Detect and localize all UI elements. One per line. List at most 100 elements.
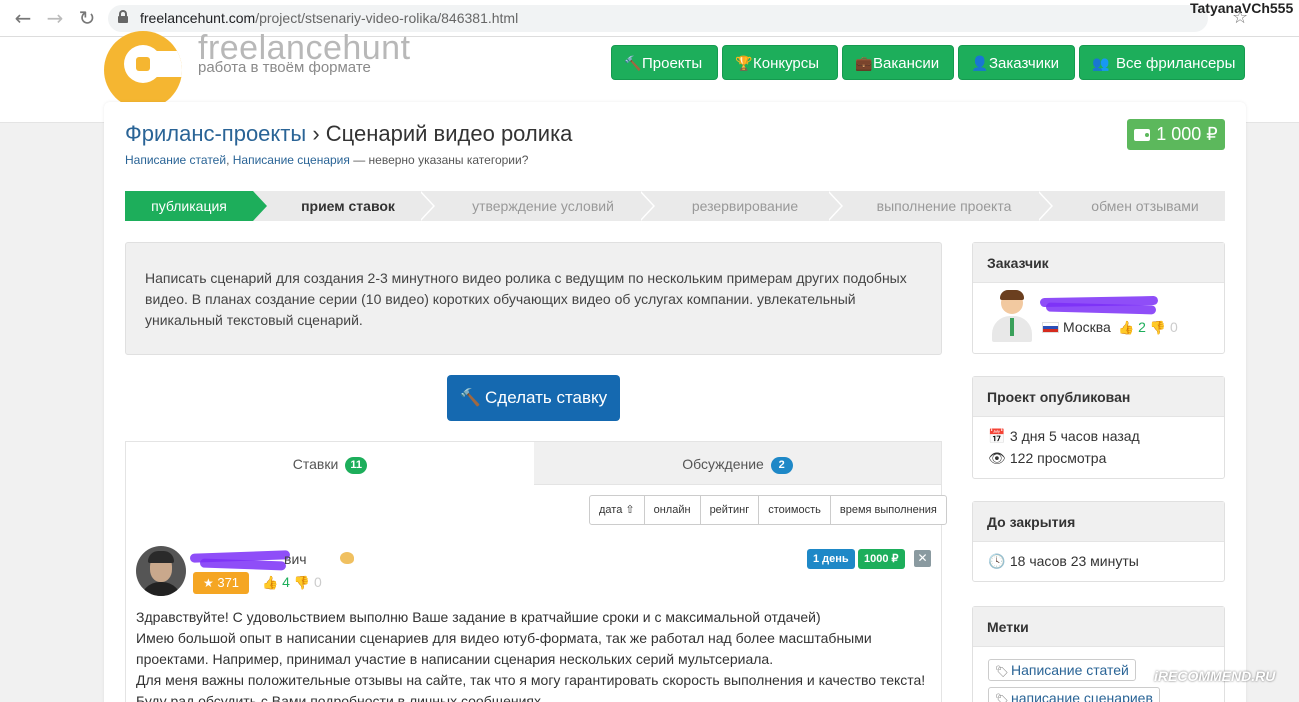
nav-label: Все фрилансеры: [1116, 55, 1236, 72]
tab-discussion[interactable]: Обсуждение 2: [534, 442, 941, 485]
tag-pill[interactable]: 🏷 Написание статей: [988, 659, 1136, 681]
thumbs-up-icon: 👍: [262, 576, 279, 591]
closing-time-text: 18 часов 23 минуты: [1009, 553, 1139, 569]
step-publication: публикация: [125, 191, 267, 221]
project-categories: Написание статей, Написание сценария — н…: [125, 153, 529, 167]
tab-bids[interactable]: Ставки 11: [126, 442, 534, 485]
tag-icon: 🏷: [995, 665, 1009, 678]
arrow-left-icon[interactable]: ←: [10, 6, 36, 30]
step-reviews: обмен отзывами: [1091, 198, 1199, 214]
customer-reviews: 👍 2 👎 0: [1118, 319, 1178, 336]
bid-comment-line: Имею большой опыт в написании сценариев …: [136, 630, 872, 646]
step-reserve: резервирование: [691, 198, 799, 214]
briefcase-icon: 💼: [855, 56, 873, 72]
clock-icon: 🕓: [988, 554, 1006, 570]
tag-label: написание сценариев: [1010, 690, 1153, 702]
bidder-name-tail[interactable]: вич: [284, 551, 307, 567]
browser-toolbar: ← → ↻ freelancehunt.com/project/stsenari…: [0, 0, 1299, 37]
page-title: Сценарий видео ролика: [325, 121, 573, 146]
nav-label: Заказчики: [989, 55, 1059, 72]
nav-all-freelancers[interactable]: 👥 Все фрилансеры: [1079, 45, 1245, 80]
bookmark-star-icon[interactable]: ☆: [1232, 7, 1248, 28]
breadcrumb-root[interactable]: Фриланс-проекты: [125, 121, 306, 146]
bids-count-badge: 11: [345, 457, 368, 474]
city: Москва: [1063, 319, 1111, 335]
star-icon: ★: [202, 576, 214, 590]
published-ago: 📅 3 дня 5 часов назад: [988, 428, 1140, 445]
sort-price-button[interactable]: стоимость: [759, 496, 831, 524]
step-terms: утверждение условий: [472, 198, 614, 214]
tag-label: Написание статей: [1010, 662, 1129, 678]
bid-price-badge: 1000 ₽: [858, 549, 905, 569]
user-icon: 👤: [971, 56, 989, 72]
bid-days-badge: 1 день: [807, 549, 855, 569]
tab-label: Обсуждение: [682, 456, 764, 472]
step-separator: [827, 191, 845, 221]
negative-count: 0: [1169, 319, 1178, 335]
gavel-icon: 🔨: [459, 388, 481, 408]
thumbs-down-icon: 👎: [1149, 321, 1167, 336]
logo-tagline: работа в твоём формате: [198, 59, 371, 76]
eye-icon: 👁: [988, 451, 1006, 467]
rating-badge: ★ 371: [193, 572, 249, 594]
trophy-icon: 🏆: [735, 56, 753, 72]
make-bid-label: Сделать ставку: [485, 388, 608, 407]
tag-pill[interactable]: 🏷 написание сценариев: [988, 687, 1160, 702]
gavel-icon: 🔨: [624, 56, 642, 72]
make-bid-button[interactable]: 🔨 Сделать ставку: [447, 375, 620, 421]
step-separator: [419, 191, 437, 221]
bid-comment-line: проектами. Например, принимал участие в …: [136, 651, 774, 667]
customer-location: Москва: [1042, 319, 1111, 335]
bid-comment-line: Для меня важны положительные отзывы на с…: [136, 672, 926, 688]
nav-label: Конкурсы: [753, 55, 820, 72]
breadcrumb: Фриланс-проекты › Сценарий видео ролика: [125, 121, 572, 147]
negative-count: 0: [313, 574, 322, 590]
customer-title: Заказчик: [973, 243, 1224, 283]
bid-comment-line: Здравствуйте! С удовольствием выполню Ва…: [136, 609, 821, 625]
arrow-right-icon[interactable]: →: [42, 6, 68, 30]
closing-title: До закрытия: [973, 502, 1224, 542]
sort-time-button[interactable]: время выполнения: [831, 496, 946, 524]
russia-flag-icon: [1042, 322, 1059, 333]
calendar-icon: 📅: [988, 429, 1006, 445]
positive-count: 4: [282, 574, 290, 590]
bidder-reviews: 👍 4 👎 0: [262, 574, 322, 591]
thumbs-down-icon: 👎: [293, 576, 311, 591]
breadcrumb-separator: ›: [312, 121, 320, 146]
views: 👁 122 просмотра: [988, 450, 1106, 467]
category-link[interactable]: Написание сценария: [233, 153, 350, 167]
step-bidding: прием ставок: [301, 198, 395, 214]
nav-customers[interactable]: 👤Заказчики: [958, 45, 1075, 80]
avatar[interactable]: [136, 546, 186, 596]
category-link[interactable]: Написание статей: [125, 153, 226, 167]
nav-vacancies[interactable]: 💼Вакансии: [842, 45, 954, 80]
tag-icon: 🏷: [995, 693, 1009, 702]
step-separator: [1037, 191, 1055, 221]
discussion-count-badge: 2: [770, 457, 793, 474]
tab-label: Ставки: [292, 456, 339, 472]
nav-projects[interactable]: 🔨Проекты: [611, 45, 718, 80]
budget-badge: 1 000 ₽: [1127, 119, 1225, 150]
sort-bar: дата ⇧ онлайн рейтинг стоимость время вы…: [589, 495, 947, 525]
nav-label: Вакансии: [873, 55, 940, 72]
category-note[interactable]: — неверно указаны категории?: [350, 153, 528, 167]
sort-rating-button[interactable]: рейтинг: [701, 496, 760, 524]
reload-icon[interactable]: ↻: [74, 6, 100, 30]
budget-value: 1 000 ₽: [1156, 124, 1218, 144]
nav-contests[interactable]: 🏆Конкурсы: [722, 45, 838, 80]
sort-date-button[interactable]: дата ⇧: [590, 496, 645, 524]
freelancehunt-logo-icon[interactable]: [104, 31, 182, 109]
customer-avatar[interactable]: [990, 290, 1034, 342]
bid-comment-line: Буду рад обсудить с Вами подробности в л…: [136, 693, 545, 702]
closing-time: 🕓 18 часов 23 минуты: [988, 553, 1139, 570]
hide-bid-icon[interactable]: ✕: [914, 550, 931, 567]
project-progress: публикация прием ставок утверждение усло…: [125, 191, 1225, 221]
url-text[interactable]: freelancehunt.com/project/stsenariy-vide…: [140, 10, 518, 26]
rating-value: 371: [217, 575, 240, 590]
step-separator: [639, 191, 657, 221]
wallet-icon: [1134, 129, 1151, 141]
watermark: iRECOMMEND.RU: [1154, 668, 1276, 684]
palette-icon: [340, 552, 354, 564]
sort-online-button[interactable]: онлайн: [645, 496, 701, 524]
bid-comment: Здравствуйте! С удовольствием выполню Ва…: [136, 607, 936, 702]
